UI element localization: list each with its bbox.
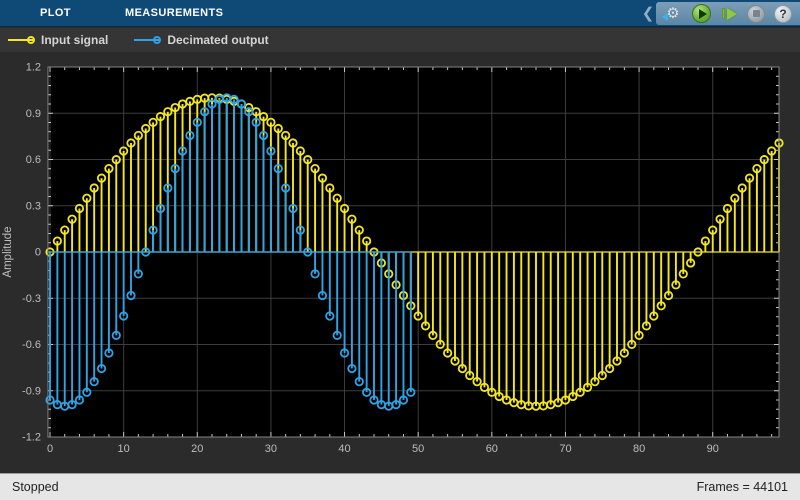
svg-text:-0.6: -0.6 — [22, 339, 41, 351]
simulation-settings-button[interactable]: ⚙ — [662, 4, 683, 24]
stem-plot-canvas[interactable]: 0 10 20 30 40 50 60 70 80 90 -1.2 -0.9 -0.6 -0.3 0 0.3 0… — [0, 52, 800, 473]
chart-region: 0 10 20 30 40 50 60 70 80 90 -1.2 -0.9 -0.6 -0.3 0 0.3 0… — [0, 52, 800, 473]
svg-text:10: 10 — [118, 443, 130, 455]
help-button[interactable]: ? — [774, 4, 792, 23]
legend-item-decimated-output[interactable]: Decimated output — [134, 33, 269, 47]
legend-label: Decimated output — [167, 33, 269, 47]
status-text: Stopped — [12, 480, 59, 494]
legend-circle-marker-0 — [27, 36, 35, 44]
svg-text:-1.2: -1.2 — [22, 432, 41, 444]
svg-text:0: 0 — [47, 443, 53, 455]
svg-text:0.9: 0.9 — [26, 108, 41, 120]
stop-button[interactable] — [747, 4, 765, 23]
svg-text:40: 40 — [338, 443, 350, 455]
svg-text:0.3: 0.3 — [26, 200, 41, 212]
collapse-toolstrip-icon[interactable]: ❮ — [640, 4, 656, 23]
simulate-tool-panel: ⚙ ? — [656, 2, 800, 25]
svg-text:80: 80 — [633, 443, 645, 455]
svg-text:1.2: 1.2 — [26, 62, 41, 74]
svg-text:-0.9: -0.9 — [22, 385, 41, 397]
run-button[interactable] — [692, 4, 711, 23]
legend-item-input-signal[interactable]: Input signal — [8, 33, 108, 47]
svg-text:70: 70 — [559, 443, 571, 455]
tab-plot[interactable]: PLOT — [30, 0, 81, 27]
svg-text:50: 50 — [412, 443, 424, 455]
legend-circle-marker-1 — [153, 36, 162, 44]
svg-text:20: 20 — [191, 443, 203, 455]
svg-text:0: 0 — [35, 247, 41, 259]
svg-text:Amplitude: Amplitude — [2, 226, 14, 277]
svg-text:90: 90 — [707, 443, 719, 455]
legend: Input signal Decimated output — [0, 28, 800, 52]
frames-count: Frames = 44101 — [696, 480, 788, 494]
status-bar: Stopped Frames = 44101 — [0, 473, 800, 500]
step-forward-button[interactable] — [720, 5, 738, 23]
toolstrip: PLOT MEASUREMENTS ❮ ⚙ ? — [0, 0, 800, 27]
tab-measurements[interactable]: MEASUREMENTS — [115, 0, 233, 27]
step-forward-triangle-icon — [726, 7, 737, 20]
svg-text:0.6: 0.6 — [26, 154, 41, 166]
step-back-arrow-icon — [662, 12, 668, 21]
scope-window: PLOT MEASUREMENTS ❮ ⚙ ? Input signal Dec… — [0, 0, 800, 500]
play-icon — [698, 8, 707, 19]
svg-text:-0.3: -0.3 — [22, 293, 41, 305]
step-forward-bar-icon — [721, 8, 725, 19]
stop-square-icon — [752, 10, 760, 17]
legend-label: Input signal — [41, 33, 109, 47]
svg-text:30: 30 — [265, 443, 277, 455]
svg-text:60: 60 — [486, 443, 498, 455]
gear-icon: ⚙ — [666, 4, 680, 22]
